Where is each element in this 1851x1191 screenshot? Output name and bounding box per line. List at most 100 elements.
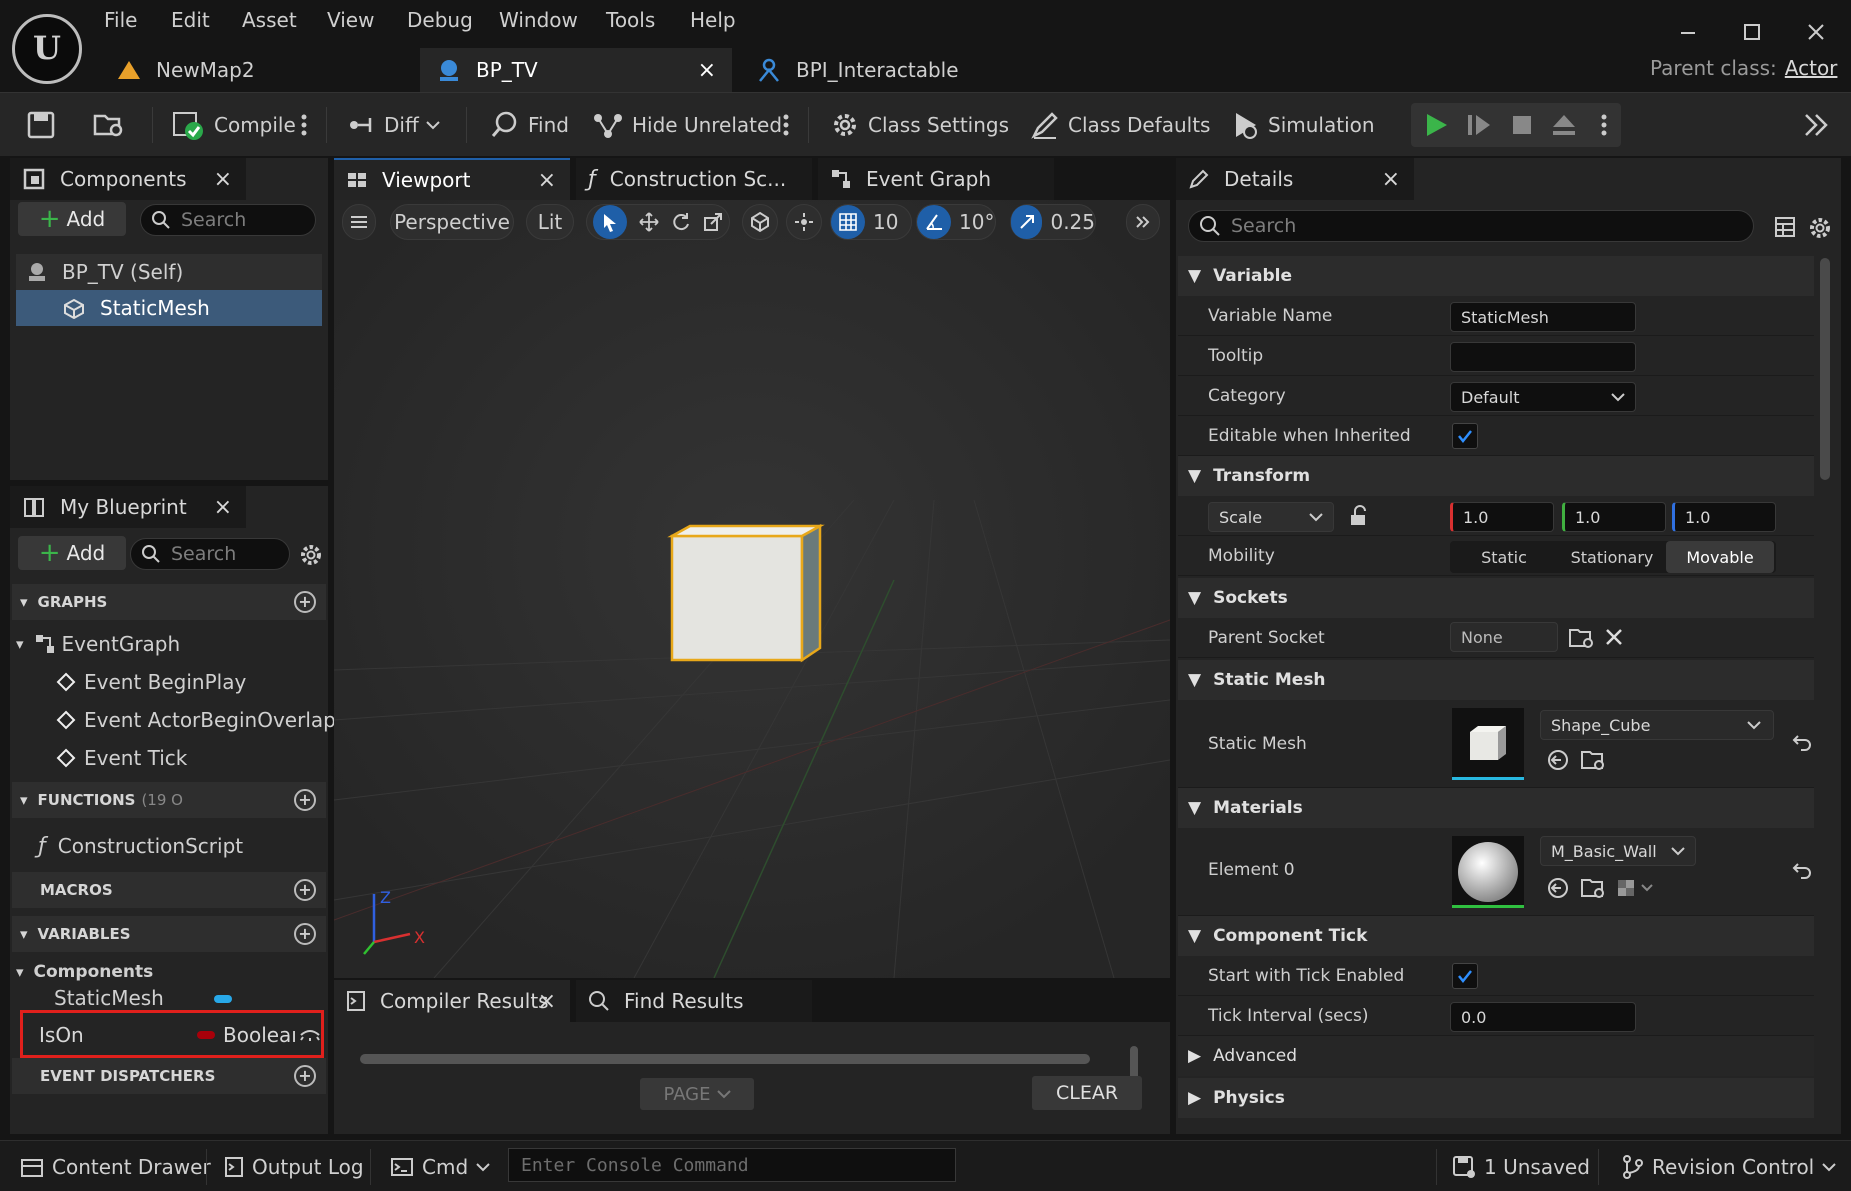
transform-section-header[interactable]: ▼ Transform bbox=[1178, 456, 1814, 496]
tab-bpi-interactable[interactable]: BPI_Interactable bbox=[740, 48, 1060, 92]
menu-edit[interactable]: Edit bbox=[171, 8, 210, 32]
tree-item-event-beginplay[interactable]: Event BeginPlay bbox=[56, 664, 246, 700]
settings-gear-icon[interactable] bbox=[298, 542, 324, 568]
output-log-button[interactable]: Output Log bbox=[224, 1149, 364, 1185]
local-world-toggle-icon[interactable] bbox=[742, 204, 778, 240]
expand-toolbar-icon[interactable] bbox=[1802, 105, 1830, 145]
component-staticmesh-row[interactable]: StaticMesh bbox=[16, 290, 322, 326]
tab-details[interactable]: Details × bbox=[1176, 158, 1414, 200]
page-dropdown[interactable]: PAGE bbox=[640, 1078, 754, 1110]
viewport-menu-button[interactable] bbox=[342, 204, 376, 240]
tree-item-event-actorbeginoverlap[interactable]: Event ActorBeginOverlap bbox=[56, 702, 336, 738]
reset-to-default-icon[interactable] bbox=[1792, 860, 1812, 880]
step-button[interactable] bbox=[1465, 105, 1493, 145]
category-dropdown[interactable]: Default bbox=[1450, 382, 1636, 412]
graphs-section-header[interactable]: ▾ GRAPHS + bbox=[12, 584, 326, 620]
close-icon[interactable]: × bbox=[1382, 167, 1400, 192]
parent-socket-value[interactable]: None bbox=[1450, 622, 1558, 652]
tab-newmap2[interactable]: NewMap2 bbox=[100, 48, 420, 92]
static-mesh-asset-dropdown[interactable]: Shape_Cube bbox=[1540, 710, 1774, 740]
static-mesh-thumbnail[interactable] bbox=[1452, 708, 1524, 780]
functions-section-header[interactable]: ▾ FUNCTIONS (19 O + bbox=[12, 782, 326, 818]
tab-viewport[interactable]: Viewport × bbox=[334, 158, 570, 200]
hide-unrelated-button[interactable]: Hide Unrelated bbox=[592, 105, 782, 145]
rotation-snap-button[interactable]: 10° bbox=[916, 204, 996, 240]
tab-event-graph[interactable]: Event Graph bbox=[818, 158, 1054, 200]
mobility-movable-option[interactable]: Movable bbox=[1666, 541, 1774, 573]
scale-z-input[interactable]: 1.0 bbox=[1672, 502, 1776, 532]
scale-snap-button[interactable]: 0.25 bbox=[1010, 204, 1096, 240]
tree-item-event-tick[interactable]: Event Tick bbox=[56, 740, 187, 776]
grid-snap-button[interactable]: 10 bbox=[830, 204, 912, 240]
compile-options-button[interactable] bbox=[300, 105, 308, 145]
details-search-input[interactable]: Search bbox=[1188, 210, 1754, 242]
tab-bp-tv[interactable]: BP_TV × bbox=[420, 48, 732, 92]
console-command-input[interactable]: Enter Console Command bbox=[508, 1148, 956, 1182]
scale-x-input[interactable]: 1.0 bbox=[1450, 502, 1554, 532]
viewport-overflow-icon[interactable] bbox=[1126, 204, 1160, 240]
close-icon[interactable]: × bbox=[538, 989, 556, 1014]
scale-mode-dropdown[interactable]: Scale bbox=[1208, 502, 1334, 532]
close-icon[interactable]: × bbox=[214, 167, 232, 192]
sockets-section-header[interactable]: ▼ Sockets bbox=[1178, 578, 1814, 618]
close-window-icon[interactable] bbox=[1798, 14, 1834, 50]
component-self-row[interactable]: BP_TV (Self) bbox=[16, 254, 322, 290]
rotate-tool-icon[interactable] bbox=[671, 212, 691, 232]
add-variable-icon[interactable]: + bbox=[294, 923, 316, 945]
use-selected-asset-icon[interactable] bbox=[1546, 876, 1570, 900]
clear-socket-icon[interactable] bbox=[1604, 627, 1624, 647]
material-asset-dropdown[interactable]: M_Basic_Wall bbox=[1540, 836, 1696, 866]
close-icon[interactable]: × bbox=[538, 168, 556, 193]
content-drawer-button[interactable]: Content Drawer bbox=[20, 1149, 211, 1185]
eject-button[interactable] bbox=[1550, 105, 1578, 145]
browse-asset-icon[interactable] bbox=[1580, 876, 1606, 900]
select-tool-icon[interactable] bbox=[593, 205, 627, 239]
menu-window[interactable]: Window bbox=[499, 8, 578, 32]
play-button[interactable] bbox=[1422, 105, 1450, 145]
stop-button[interactable] bbox=[1508, 105, 1536, 145]
table-view-icon[interactable] bbox=[1774, 216, 1796, 238]
add-graph-icon[interactable]: + bbox=[294, 591, 316, 613]
tooltip-input[interactable] bbox=[1450, 342, 1636, 372]
menu-file[interactable]: File bbox=[104, 8, 137, 32]
editable-inherited-checkbox[interactable] bbox=[1452, 423, 1478, 449]
event-dispatchers-section-header[interactable]: EVENT DISPATCHERS + bbox=[12, 1058, 326, 1094]
diff-button[interactable]: Diff bbox=[346, 105, 441, 145]
components-search-input[interactable]: Search bbox=[140, 204, 316, 236]
settings-gear-icon[interactable] bbox=[1808, 216, 1832, 240]
save-button[interactable] bbox=[26, 105, 56, 145]
close-tab-icon[interactable]: × bbox=[698, 58, 716, 83]
menu-help[interactable]: Help bbox=[690, 8, 736, 32]
tab-find-results[interactable]: Find Results bbox=[576, 980, 812, 1022]
simulation-button[interactable]: Simulation bbox=[1230, 105, 1375, 145]
parent-class-link[interactable]: Actor bbox=[1785, 56, 1838, 80]
minimize-icon[interactable] bbox=[1670, 14, 1706, 50]
browse-asset-icon[interactable] bbox=[1580, 748, 1606, 772]
horizontal-scrollbar[interactable] bbox=[360, 1054, 1090, 1064]
details-scrollbar[interactable] bbox=[1820, 258, 1830, 480]
revision-control-dropdown[interactable]: Revision Control bbox=[1622, 1149, 1836, 1185]
cube-mesh[interactable] bbox=[667, 523, 825, 663]
clear-button[interactable]: CLEAR bbox=[1032, 1076, 1142, 1110]
unlock-icon[interactable] bbox=[1348, 505, 1370, 527]
variable-name-input[interactable]: StaticMesh bbox=[1450, 302, 1636, 332]
scale-y-input[interactable]: 1.0 bbox=[1562, 502, 1666, 532]
start-tick-checkbox[interactable] bbox=[1452, 963, 1478, 989]
macros-section-header[interactable]: MACROS + bbox=[12, 872, 326, 908]
play-options-button[interactable] bbox=[1600, 105, 1608, 145]
class-defaults-button[interactable]: Class Defaults bbox=[1030, 105, 1210, 145]
add-component-button[interactable]: + Add bbox=[18, 202, 126, 236]
variable-section-header[interactable]: ▼ Variable bbox=[1178, 256, 1814, 296]
tab-compiler-results[interactable]: Compiler Results × bbox=[334, 980, 570, 1022]
add-function-icon[interactable]: + bbox=[294, 789, 316, 811]
viewport-3d[interactable]: Z X bbox=[334, 200, 1170, 978]
mobility-stationary-option[interactable]: Stationary bbox=[1558, 541, 1666, 573]
visibility-eye-icon[interactable] bbox=[299, 1027, 321, 1043]
browse-button[interactable] bbox=[92, 105, 126, 145]
tree-item-eventgraph[interactable]: ▾ EventGraph bbox=[16, 626, 180, 662]
class-settings-button[interactable]: Class Settings bbox=[830, 105, 1009, 145]
tab-components[interactable]: Components × bbox=[10, 158, 246, 200]
tree-item-construction-script[interactable]: ƒ ConstructionScript bbox=[38, 828, 243, 864]
compile-button[interactable]: Compile bbox=[172, 105, 296, 145]
materials-section-header[interactable]: ▼ Materials bbox=[1178, 788, 1814, 828]
